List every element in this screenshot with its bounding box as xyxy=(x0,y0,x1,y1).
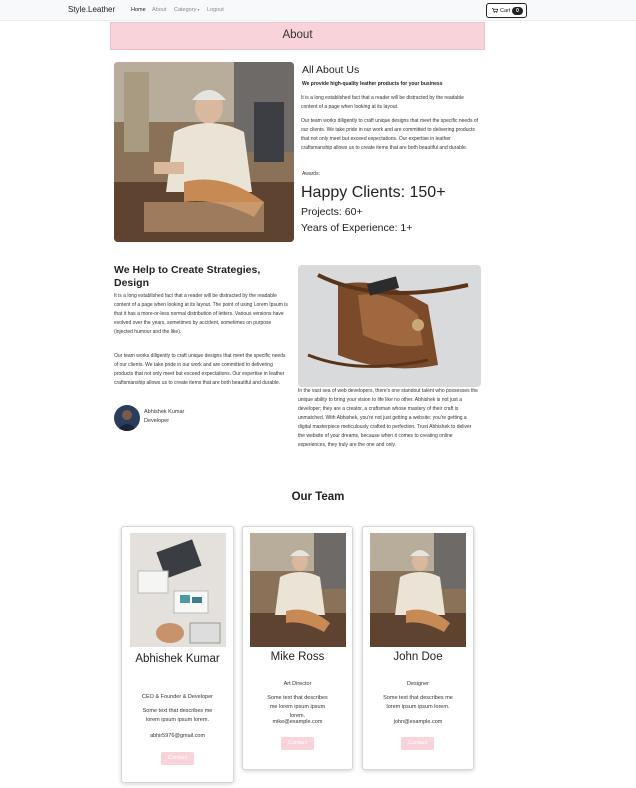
team-member-role: Art Director xyxy=(283,681,312,687)
projects-stat: Projects: 60+ xyxy=(301,206,363,218)
team-member-email: abhir5976@gmail.com xyxy=(149,733,206,739)
team-member-desc: Some text that describes me lorem ipsum … xyxy=(267,695,328,719)
about-heading: All About Us xyxy=(302,64,360,76)
nav-category-label: Category xyxy=(174,7,197,13)
cart-icon xyxy=(492,8,498,13)
team-photo-mike xyxy=(250,533,346,647)
developer-description: In the vast sea of web developers, there… xyxy=(298,388,478,448)
author-name: Abhishek Kumar xyxy=(144,409,185,415)
about-banner-title: About xyxy=(282,29,313,41)
strategies-heading: We Help to Create Strategies, Design xyxy=(114,264,261,289)
team-member-desc: Some text that describes me lorem ipsum … xyxy=(142,708,213,723)
team-member-desc: Some text that describes me lorem ipsum … xyxy=(383,695,453,710)
team-card-john: John Doe Designer Some text that describ… xyxy=(362,526,474,770)
team-member-name: Mike Ross xyxy=(270,651,325,663)
team-member-role: CEO & Founder & Developer xyxy=(142,694,213,700)
team-card-abhishek: Abhishek Kumar CEO & Founder & Developer… xyxy=(121,526,234,783)
nav-category[interactable]: Category ▾ xyxy=(174,7,199,13)
team-member-name: Abhishek Kumar xyxy=(135,653,220,665)
strategies-paragraph-2: Our team works diligently to craft uniqu… xyxy=(114,353,286,386)
cart-count-badge: 0 xyxy=(512,7,523,15)
team-member-role: Designer xyxy=(406,681,429,687)
about-paragraph-1: It is a long established fact that a rea… xyxy=(301,95,464,110)
brand-logo[interactable]: Style.Leather xyxy=(68,5,115,14)
cart-label: Cart xyxy=(500,7,511,14)
avatar xyxy=(114,405,140,431)
about-banner: About xyxy=(110,22,485,50)
strategies-paragraph-1: It is a long established fact that a rea… xyxy=(114,293,288,335)
contact-button[interactable]: Contact xyxy=(401,737,434,750)
team-photo-john xyxy=(370,533,466,647)
team-member-name: John Doe xyxy=(393,651,443,663)
team-photo-abhishek xyxy=(130,533,226,647)
author-role: Developer xyxy=(144,418,170,424)
about-tagline: We provide high-quality leather products… xyxy=(302,81,443,87)
team-heading: Our Team xyxy=(291,491,345,503)
team-card-mike: Mike Ross Art Director Some text that de… xyxy=(242,526,353,770)
cart-button[interactable]: Cart 0 xyxy=(486,3,527,18)
team-member-email: john@example.com xyxy=(393,719,443,725)
contact-button[interactable]: Contact xyxy=(161,752,194,765)
chevron-down-icon: ▾ xyxy=(196,7,200,12)
awards-label: Awards: xyxy=(302,171,320,177)
nav-logout[interactable]: Logout xyxy=(207,7,224,13)
happy-clients-stat: Happy Clients: 150+ xyxy=(301,184,446,201)
about-paragraph-2: Our team works diligently to craft uniqu… xyxy=(301,118,479,151)
craftsman-photo xyxy=(114,62,294,242)
leather-bag-photo xyxy=(298,265,481,387)
experience-stat: Years of Experience: 1+ xyxy=(301,222,413,234)
nav-home[interactable]: Home xyxy=(131,7,146,13)
contact-button[interactable]: Contact xyxy=(281,737,314,750)
top-navbar: Style.Leather Home About Category ▾ Logo… xyxy=(0,0,636,21)
team-member-email: mike@example.com xyxy=(272,719,323,725)
nav-about[interactable]: About xyxy=(152,7,166,13)
